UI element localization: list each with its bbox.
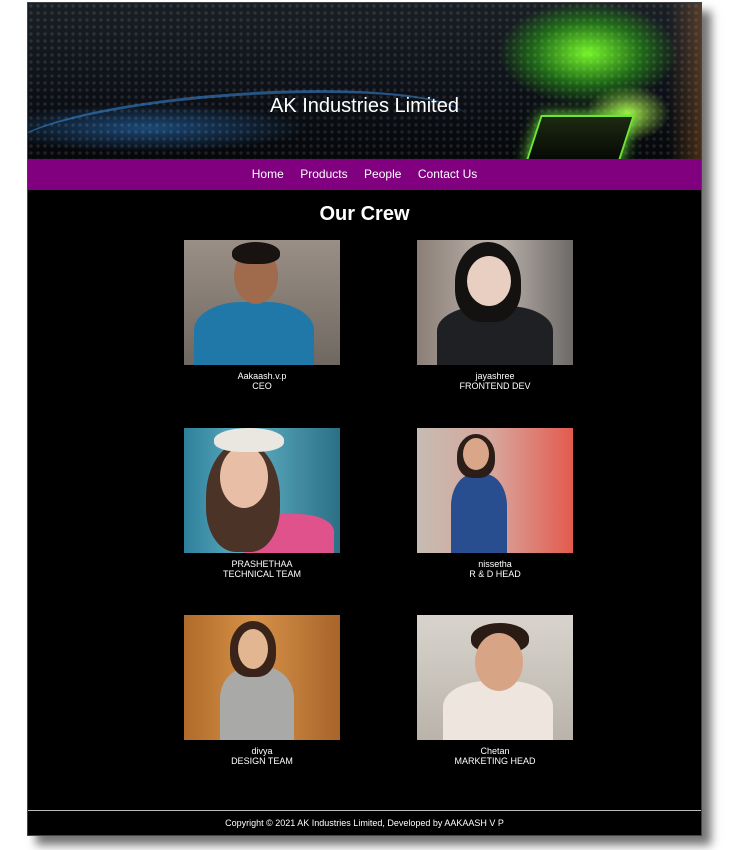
crew-photo: [417, 615, 573, 740]
crew-photo: [184, 615, 340, 740]
crew-role: DESIGN TEAM: [231, 756, 293, 766]
section-title: Our Crew: [319, 203, 410, 225]
header-banner: AK Industries Limited: [28, 3, 701, 159]
crew-role: R & D HEAD: [469, 569, 521, 579]
footer: Copyright © 2021 AK Industries Limited, …: [28, 810, 701, 836]
banner-chip-graphic: [525, 115, 635, 159]
crew-name: Aakaash.v.p: [237, 371, 287, 381]
crew-card: Aakaash.v.p CEO: [184, 240, 340, 391]
banner-edge: [668, 3, 701, 159]
crew-name: nissetha: [478, 559, 512, 569]
crew-card: jayashree FRONTEND DEV: [417, 240, 573, 391]
crew-role: FRONTEND DEV: [459, 381, 531, 391]
crew-role: MARKETING HEAD: [454, 756, 536, 766]
crew-photo: [417, 428, 573, 553]
nav-products[interactable]: Products: [300, 159, 347, 190]
crew-card: PRASHETHAA TECHNICAL TEAM: [184, 428, 340, 579]
crew-name: PRASHETHAA: [231, 559, 293, 569]
footer-copyright: Copyright © 2021 AK Industries Limited, …: [225, 818, 504, 828]
main-nav: Home Products People Contact Us: [28, 159, 701, 190]
site-title: AK Industries Limited: [270, 95, 459, 117]
page-container: AK Industries Limited Home Products Peop…: [27, 2, 702, 836]
crew-card: nissetha R & D HEAD: [417, 428, 573, 579]
crew-name: Chetan: [480, 746, 510, 756]
nav-home[interactable]: Home: [252, 159, 284, 190]
crew-photo: [417, 240, 573, 365]
crew-name: divya: [251, 746, 273, 756]
crew-name: jayashree: [475, 371, 515, 381]
crew-card: divya DESIGN TEAM: [184, 615, 340, 766]
crew-role: CEO: [252, 381, 272, 391]
nav-contact-us[interactable]: Contact Us: [418, 159, 477, 190]
crew-role: TECHNICAL TEAM: [222, 569, 301, 579]
crew-photo: [184, 240, 340, 365]
crew-card: Chetan MARKETING HEAD: [417, 615, 573, 766]
crew-photo: [184, 428, 340, 553]
nav-people[interactable]: People: [364, 159, 401, 190]
